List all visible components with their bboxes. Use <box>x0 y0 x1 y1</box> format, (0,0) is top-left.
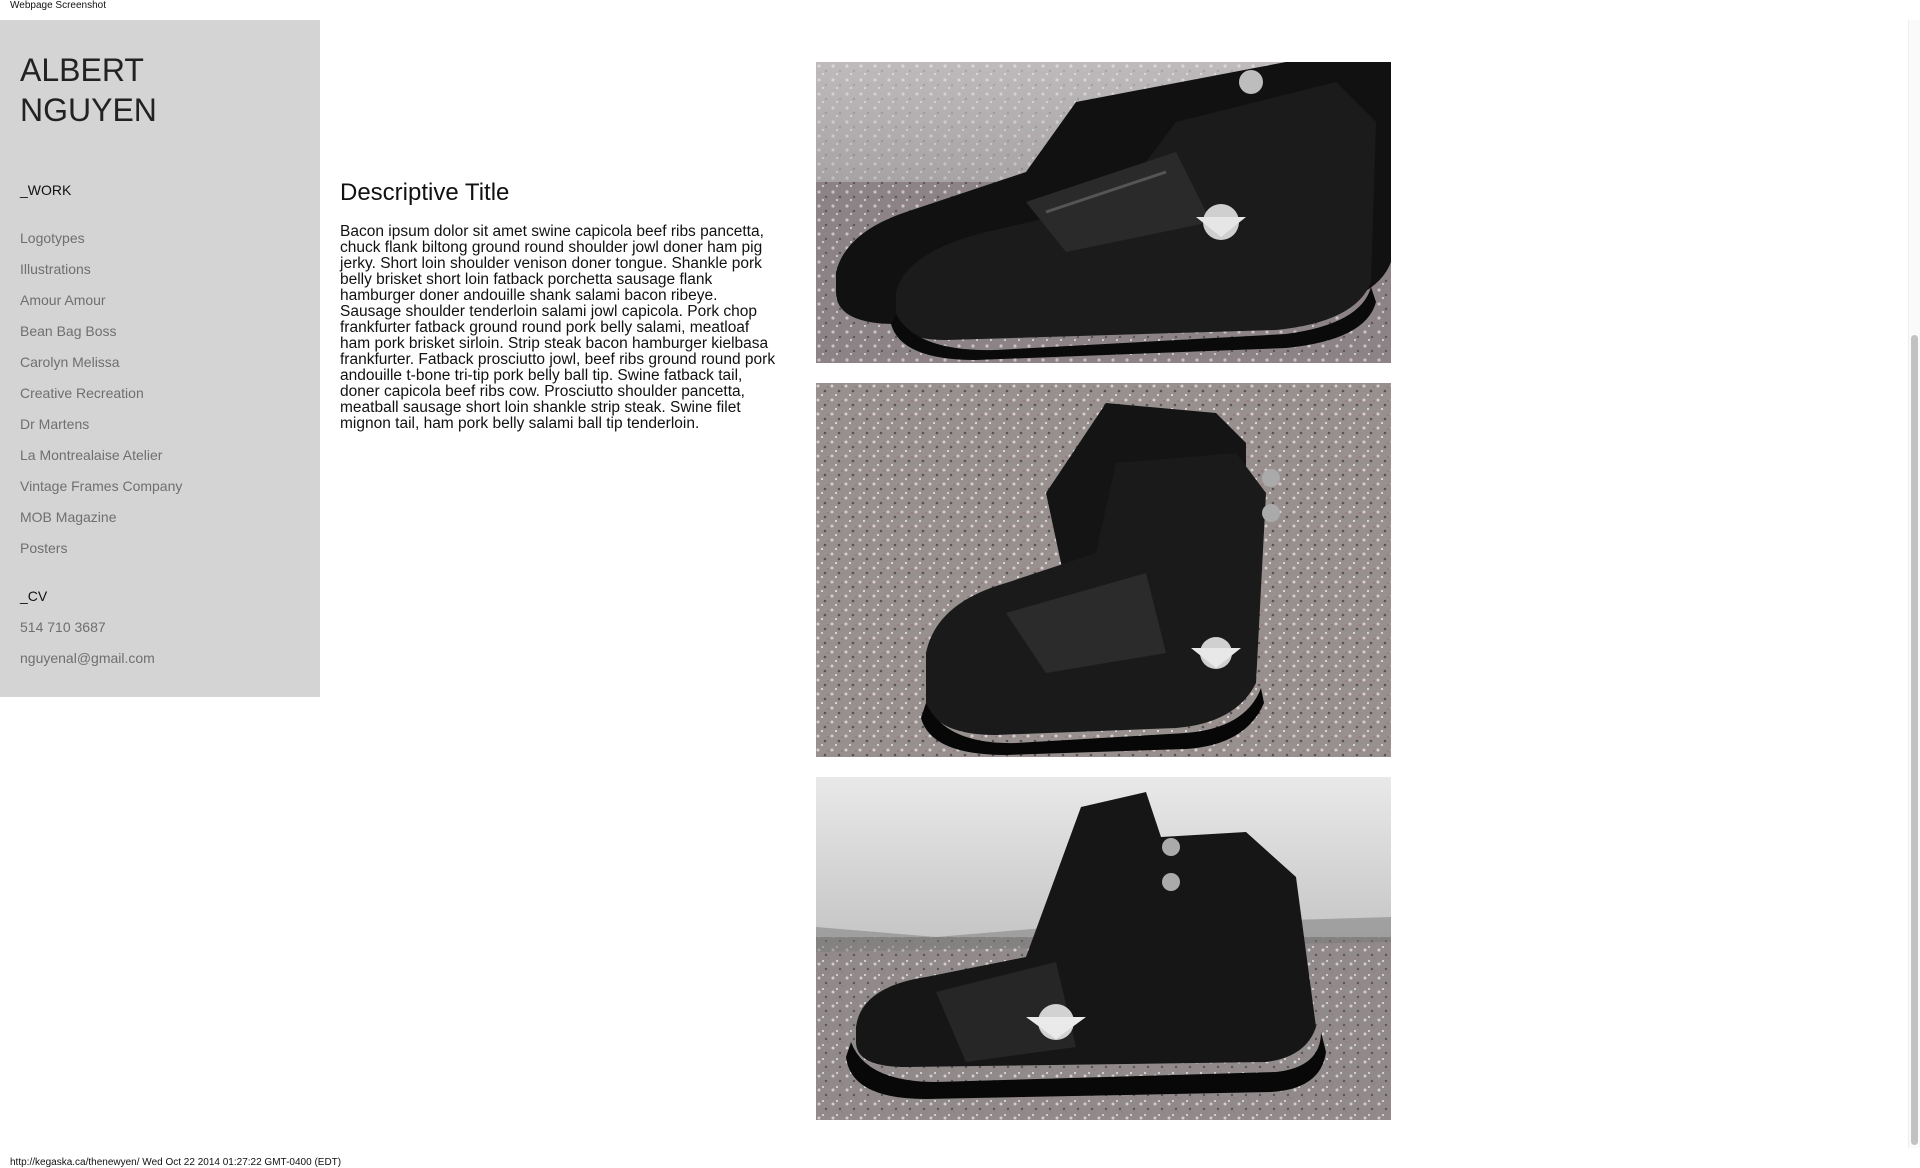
nav-item-la-montrealaise-atelier[interactable]: La Montrealaise Atelier <box>20 447 182 478</box>
nav-item-amour-amour[interactable]: Amour Amour <box>20 292 182 323</box>
sneaker-side-view-illustration <box>816 777 1391 1120</box>
vertical-scrollbar-thumb[interactable] <box>1911 335 1918 1145</box>
project-title: Descriptive Title <box>340 179 510 206</box>
nav-item-illustrations[interactable]: Illustrations <box>20 261 182 292</box>
project-photo-3 <box>816 777 1391 1120</box>
sneaker-closeup-illustration <box>816 62 1391 363</box>
phone-number[interactable]: 514 710 3687 <box>20 619 155 650</box>
work-nav-list: Logotypes Illustrations Amour Amour Bean… <box>20 230 182 571</box>
nav-item-logotypes[interactable]: Logotypes <box>20 230 182 261</box>
sidebar: ALBERT NGUYEN _WORK Logotypes Illustrati… <box>0 20 320 697</box>
nav-item-creative-recreation[interactable]: Creative Recreation <box>20 385 182 416</box>
nav-item-carolyn-melissa[interactable]: Carolyn Melissa <box>20 354 182 385</box>
cv-heading[interactable]: _CV <box>20 588 47 604</box>
site-title[interactable]: ALBERT NGUYEN <box>20 50 300 130</box>
sneaker-three-quarter-illustration <box>816 383 1391 757</box>
screenshot-label: Webpage Screenshot <box>10 0 106 11</box>
nav-item-posters[interactable]: Posters <box>20 540 182 571</box>
project-description: Descriptive Title Bacon ipsum dolor sit … <box>340 178 782 432</box>
nav-item-dr-martens[interactable]: Dr Martens <box>20 416 182 447</box>
project-photo-1 <box>816 62 1391 363</box>
work-heading: _WORK <box>20 182 72 198</box>
project-photo-2 <box>816 383 1391 757</box>
contact-list: 514 710 3687 nguyenal@gmail.com <box>20 619 155 681</box>
site-title-line-1: ALBERT <box>20 52 144 88</box>
footer-url-stamp: http://kegaska.ca/thenewyen/ Wed Oct 22 … <box>10 1157 342 1168</box>
nav-item-bean-bag-boss[interactable]: Bean Bag Boss <box>20 323 182 354</box>
project-body-text: Bacon ipsum dolor sit amet swine capicol… <box>340 223 776 432</box>
site-title-line-2: NGUYEN <box>20 92 157 128</box>
nav-item-vintage-frames-company[interactable]: Vintage Frames Company <box>20 478 182 509</box>
nav-item-mob-magazine[interactable]: MOB Magazine <box>20 509 182 540</box>
email-link[interactable]: nguyenal@gmail.com <box>20 650 155 681</box>
